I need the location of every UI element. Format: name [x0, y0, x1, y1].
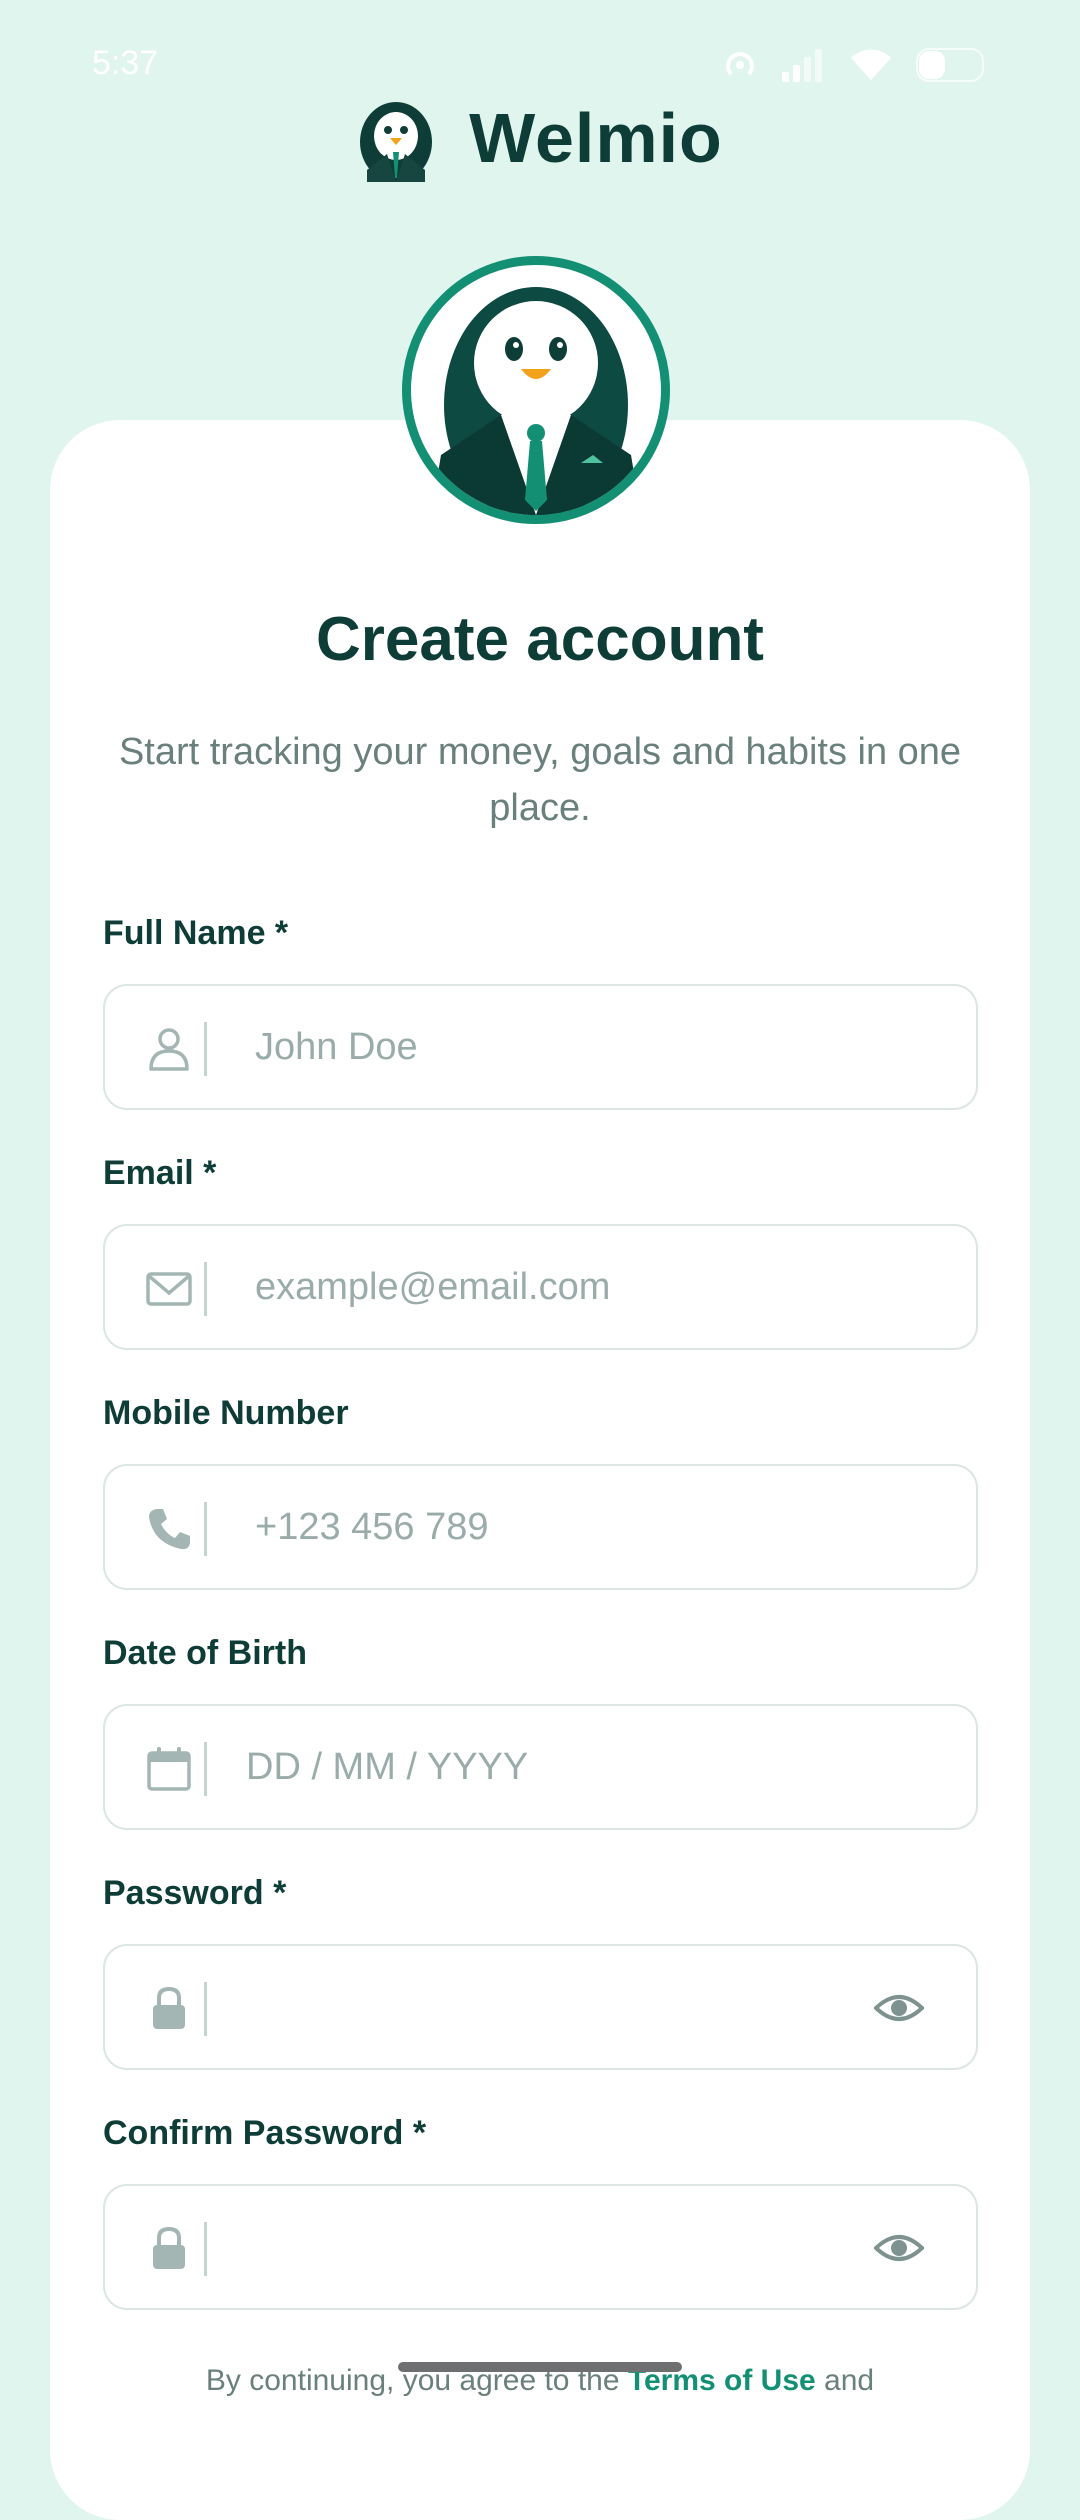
status-icons — [722, 48, 988, 82]
email-field[interactable]: example@email.com — [103, 1224, 978, 1350]
signal-icon — [782, 49, 822, 82]
calendar-icon — [147, 1747, 191, 1791]
mail-icon — [146, 1272, 192, 1306]
page-subtitle: Start tracking your money, goals and hab… — [118, 731, 962, 829]
terms-suffix: and — [815, 2364, 875, 2397]
field-divider — [204, 2222, 207, 2276]
full-name-label: Full Name * — [103, 914, 289, 952]
phone-icon — [149, 1509, 190, 1550]
dob-label: Date of Birth — [103, 1634, 307, 1672]
dob-placeholder: DD / MM / YYYY — [246, 1746, 529, 1788]
dob-field[interactable]: DD / MM / YYYY — [103, 1704, 978, 1830]
mobile-label: Mobile Number — [103, 1394, 349, 1432]
field-divider — [204, 1982, 207, 2036]
password-label: Password * — [103, 1874, 287, 1912]
confirm-password-field[interactable] — [103, 2184, 978, 2310]
mobile-placeholder: +123 456 789 — [255, 1506, 489, 1548]
field-divider — [204, 1262, 207, 1316]
penguin-logo-icon — [360, 102, 433, 182]
lock-icon — [153, 1986, 185, 2029]
wifi-icon — [851, 49, 891, 80]
password-field[interactable] — [103, 1944, 978, 2070]
battery-icon — [916, 48, 984, 82]
mobile-field[interactable]: +123 456 789 — [103, 1464, 978, 1590]
penguin-mascot-icon — [431, 287, 641, 515]
brand-header: Welmio — [0, 88, 1080, 188]
home-indicator[interactable] — [398, 2362, 682, 2372]
hotspot-icon — [726, 52, 754, 76]
email-label: Email * — [103, 1154, 217, 1192]
confirm-password-label: Confirm Password * — [103, 2114, 427, 2152]
eye-icon[interactable] — [874, 2228, 924, 2268]
status-time: 5:37 — [92, 44, 159, 82]
full-name-field[interactable]: John Doe — [103, 984, 978, 1110]
page-title: Create account — [316, 605, 764, 674]
email-placeholder: example@email.com — [255, 1266, 611, 1308]
field-divider — [204, 1022, 207, 1076]
brand-name: Welmio — [469, 99, 723, 177]
full-name-placeholder: John Doe — [255, 1026, 418, 1068]
mascot-avatar — [402, 256, 670, 524]
field-divider — [204, 1502, 207, 1556]
field-divider — [204, 1742, 207, 1796]
lock-icon — [153, 2226, 185, 2269]
eye-icon[interactable] — [874, 1988, 924, 2028]
user-icon — [149, 1028, 189, 1071]
